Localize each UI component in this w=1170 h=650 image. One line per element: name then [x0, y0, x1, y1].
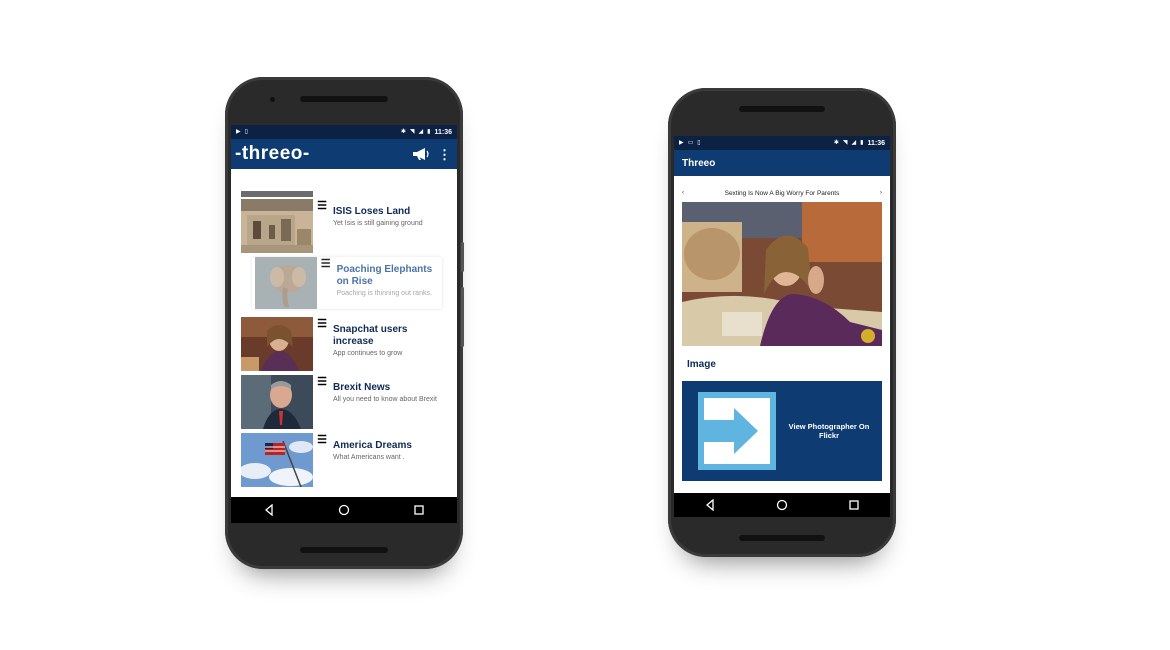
- status-bar: ▶ ▯ ✱ ◥ ◢ ▮ 11:36: [231, 125, 457, 139]
- home-icon[interactable]: [335, 501, 353, 519]
- list-item[interactable]: ☰ Snapchat users increase App continues …: [241, 317, 441, 371]
- article-photo: [682, 202, 882, 346]
- news-feed: ☰ ISIS Loses Land Yet Isis is still gain…: [231, 169, 457, 497]
- drag-handle-icon[interactable]: ☰: [317, 257, 335, 309]
- item-title: ISIS Loses Land: [333, 206, 411, 217]
- left-phone: ▶ ▯ ✱ ◥ ◢ ▮ 11:36 -threeo- ⋮ ☰ ISIS Lose…: [225, 77, 464, 569]
- front-camera: [270, 97, 275, 102]
- battery-icon: ▮: [860, 140, 864, 146]
- navigation-bar: [674, 493, 890, 517]
- left-screen: ▶ ▯ ✱ ◥ ◢ ▮ 11:36 -threeo- ⋮ ☰ ISIS Lose…: [231, 125, 457, 523]
- earpiece-speaker: [739, 106, 825, 112]
- bluetooth-icon: ✱: [400, 129, 406, 135]
- item-title: Snapchat users increase: [333, 324, 408, 347]
- side-button: [461, 242, 464, 272]
- drag-handle-icon[interactable]: ☰: [313, 375, 331, 429]
- bottom-speaker: [739, 535, 825, 541]
- image-notification-icon: ▭: [687, 140, 694, 146]
- bluetooth-icon: ✱: [833, 140, 839, 146]
- app-title: Threeo: [682, 157, 716, 169]
- right-phone: ▶ ▭ ▯ ✱ ◥ ◢ ▮ 11:36 Threeo ‹ Sexting Is …: [668, 88, 896, 557]
- signal-icon: ◢: [851, 140, 857, 146]
- phone-notification-icon: ▯: [697, 140, 701, 146]
- right-screen: ▶ ▭ ▯ ✱ ◥ ◢ ▮ 11:36 Threeo ‹ Sexting Is …: [674, 136, 890, 517]
- drag-handle-icon[interactable]: ☰: [313, 199, 331, 253]
- list-item-dragging[interactable]: ☰ Poaching Elephants on Rise Poaching is…: [252, 257, 442, 309]
- status-time: 11:36: [434, 128, 452, 136]
- overflow-menu-icon[interactable]: ⋮: [438, 148, 451, 161]
- phone-notification-icon: ▯: [244, 129, 248, 135]
- recents-icon[interactable]: [845, 496, 863, 514]
- wifi-icon: ◥: [409, 129, 415, 135]
- home-icon[interactable]: [773, 496, 791, 514]
- item-thumbnail: [255, 257, 317, 309]
- next-icon[interactable]: ›: [880, 190, 882, 196]
- article-caption: Sexting Is Now A Big Worry For Parents: [724, 189, 840, 197]
- item-subtitle: What Americans want .: [333, 454, 405, 461]
- item-title: Poaching Elephants on Rise: [336, 264, 433, 287]
- arrow-right-icon: [698, 392, 776, 470]
- item-title: Brexit News: [333, 382, 391, 393]
- app-bar: -threeo- ⋮: [231, 139, 457, 169]
- item-subtitle: Yet Isis is still gaining ground: [333, 220, 423, 227]
- wifi-icon: ◥: [842, 140, 848, 146]
- play-icon: ▶: [679, 140, 684, 146]
- caption-bar: ‹ Sexting Is Now A Big Worry For Parents…: [682, 188, 882, 198]
- play-icon: ▶: [236, 129, 241, 135]
- item-thumbnail: [241, 199, 313, 253]
- megaphone-icon[interactable]: [412, 147, 430, 161]
- volume-button: [461, 287, 464, 347]
- signal-icon: ◢: [418, 129, 424, 135]
- list-item[interactable]: ☰ Brexit News All you need to know about…: [241, 375, 441, 429]
- article-detail: ‹ Sexting Is Now A Big Worry For Parents…: [674, 176, 890, 493]
- navigation-bar: [231, 497, 457, 523]
- item-title: America Dreams: [333, 440, 412, 451]
- app-brand: -threeo-: [235, 143, 310, 164]
- drag-handle-icon[interactable]: ☰: [313, 433, 331, 487]
- bottom-speaker: [300, 547, 388, 553]
- earpiece-speaker: [300, 96, 388, 102]
- item-subtitle: Poaching is thinning out ranks.: [336, 290, 432, 297]
- battery-icon: ▮: [427, 129, 431, 135]
- list-item[interactable]: ☰ ISIS Loses Land Yet Isis is still gain…: [241, 199, 441, 253]
- back-icon[interactable]: [260, 501, 278, 519]
- section-label: Image: [687, 359, 716, 370]
- drag-handle-icon[interactable]: ☰: [313, 317, 331, 371]
- item-thumbnail: [241, 317, 313, 371]
- flickr-link-label: View Photographer On Flickr: [788, 422, 870, 440]
- item-subtitle: App continues to grow: [333, 350, 403, 357]
- recents-icon[interactable]: [410, 501, 428, 519]
- item-thumbnail: [241, 375, 313, 429]
- status-time: 11:36: [867, 139, 885, 147]
- flickr-link-card[interactable]: View Photographer On Flickr: [682, 381, 882, 481]
- list-item[interactable]: ☰ America Dreams What Americans want .: [241, 433, 441, 487]
- feed-partial-item: [241, 191, 313, 197]
- app-bar: Threeo: [674, 150, 890, 176]
- back-icon[interactable]: [701, 496, 719, 514]
- item-thumbnail: [241, 433, 313, 487]
- item-subtitle: All you need to know about Brexit: [333, 396, 437, 403]
- status-bar: ▶ ▭ ▯ ✱ ◥ ◢ ▮ 11:36: [674, 136, 890, 150]
- mockup-stage: ▶ ▯ ✱ ◥ ◢ ▮ 11:36 -threeo- ⋮ ☰ ISIS Lose…: [0, 0, 1170, 650]
